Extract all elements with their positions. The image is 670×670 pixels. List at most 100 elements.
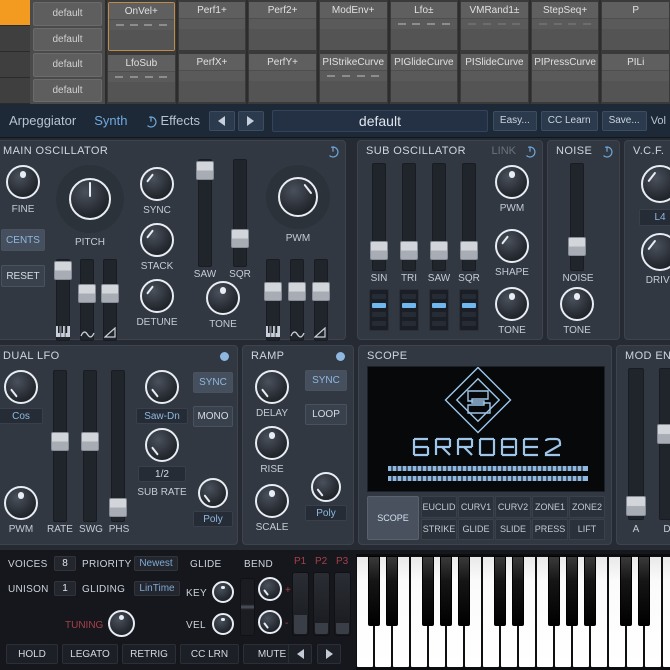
scope-tab-zone1[interactable]: ZONE1 [532,496,568,518]
mod-matrix-source[interactable]: VMRand1± [461,2,528,50]
mod-matrix-depth-dash[interactable] [159,76,168,78]
ramp-sync-button[interactable]: SYNC [305,370,347,391]
mod-matrix-depth-dash[interactable] [215,75,223,77]
octave-led[interactable] [372,312,386,317]
mod-matrix-source[interactable]: StepSeq+ [531,2,599,50]
detune-knob[interactable] [140,279,174,313]
preset-name-display[interactable]: default [271,109,488,132]
perf-prev-button[interactable] [288,644,312,664]
main-osc-mod-slider-4-handle[interactable] [264,282,282,301]
ramp-rise-knob[interactable] [255,426,289,460]
main-osc-mod-slider-5-handle[interactable] [288,282,306,301]
octave-led[interactable] [462,312,476,317]
piano-keyboard[interactable] [356,554,670,670]
mod-matrix-depth-dash[interactable] [201,23,209,25]
scope-tab-curv2[interactable]: CURV2 [495,496,531,518]
piano-black-key[interactable] [386,556,398,626]
sub-osc-tri-slider-handle[interactable] [400,241,418,260]
dual-lfo-led-icon[interactable] [220,352,229,361]
ramp-scale-knob[interactable] [255,484,289,518]
mod-matrix-depth-dash[interactable] [554,75,562,77]
piano-black-key[interactable] [440,556,452,626]
lfo-pwm-knob[interactable] [4,486,38,520]
octave-led[interactable] [402,303,416,308]
mod-matrix-depth-indicators[interactable] [249,19,316,29]
mod-matrix-source[interactable]: LfoSub [108,55,175,102]
mod-matrix-slot-area[interactable] [249,81,316,102]
mod-matrix-depth-dash[interactable] [583,75,591,77]
mod-matrix-slot-area[interactable] [602,29,669,50]
mod-matrix-depth-indicators[interactable] [602,71,669,81]
mod-matrix-depth-dash[interactable] [498,75,506,77]
mod-matrix-indicator-3[interactable] [0,52,30,78]
pitch-knob[interactable] [69,178,111,220]
piano-black-key[interactable] [638,556,650,626]
lfo-mono-button[interactable]: MONO [193,406,233,427]
mod-matrix-depth-dash[interactable] [412,23,421,25]
mod-matrix-source[interactable]: Lfo± [390,2,458,50]
scope-tab-curv1[interactable]: CURV1 [458,496,494,518]
lfo-waveform-knob[interactable] [4,370,38,404]
mod-matrix-slot-area[interactable] [531,81,599,102]
easy-button[interactable]: Easy... [492,110,537,131]
mod-matrix-depth-dash[interactable] [327,75,336,77]
mod-matrix-depth-dash[interactable] [610,23,618,25]
sub-pwm-knob[interactable] [495,165,529,199]
vcf-mode-chip[interactable]: L4 [639,209,670,226]
mod-matrix-depth-indicators[interactable] [461,19,528,29]
mod-matrix-slot-area[interactable] [319,81,387,102]
scope-display[interactable] [367,366,605,492]
tab-effects[interactable]: Effects [160,113,200,128]
mod-matrix-depth-dash[interactable] [654,75,662,77]
octave-led[interactable] [462,303,476,308]
tab-synth[interactable]: Synth [85,113,136,128]
lfo-rate-slider-handle[interactable] [51,432,69,451]
mod-matrix-slot-area[interactable] [319,29,387,50]
noise-power-icon[interactable] [601,145,613,163]
mod-matrix-depth-dash[interactable] [286,75,294,77]
mod-matrix-depth-dash[interactable] [357,23,365,25]
mod-matrix-depth-dash[interactable] [568,23,577,25]
main-osc-mod-slider-2-handle[interactable] [78,284,96,303]
mod-env-attack-handle[interactable] [626,496,646,516]
mod-matrix-source[interactable]: P [602,2,669,50]
mod-matrix-slot-area[interactable] [461,81,528,102]
mod-matrix-slot-area[interactable] [249,29,316,50]
volume-label[interactable]: Vol [651,115,670,127]
mod-matrix-depth-dash[interactable] [186,75,194,77]
mod-matrix-depth-indicators[interactable] [249,71,316,81]
lfo-sub-waveform-knob[interactable] [145,370,179,404]
fine-knob[interactable] [6,165,40,199]
mod-matrix-depth-dash[interactable] [129,76,138,78]
octave-led[interactable] [372,303,386,308]
lfo-sub-rate-value-chip[interactable]: 1/2 [138,466,186,482]
mod-matrix-slot-area[interactable] [178,29,246,50]
mod-matrix-source[interactable]: PIPressCurve [531,54,599,102]
lfo-waveform-chip[interactable]: Cos [0,408,43,424]
sub-osc-sin-slider-handle[interactable] [370,241,388,260]
hold-button[interactable]: HOLD [6,644,58,664]
scope-tab-press[interactable]: PRESS [532,518,568,540]
piano-black-key[interactable] [584,556,596,626]
mod-matrix-source[interactable]: Perf1+ [178,2,246,50]
perf-fader-p3[interactable] [334,572,351,636]
bend-up-knob[interactable] [258,577,282,601]
mod-matrix-slot[interactable]: default [33,27,102,51]
piano-black-key[interactable] [458,556,470,626]
main-osc-mod-slider-1-handle[interactable] [54,261,72,280]
lfo-poly-chip[interactable]: Poly [193,511,233,527]
tab-scope[interactable]: SCOPE [367,496,419,540]
scope-tab-glide[interactable]: GLIDE [458,518,494,540]
bend-down-knob[interactable] [258,610,282,634]
mod-matrix-source[interactable]: PerfY+ [249,54,316,102]
mod-matrix-depth-dash[interactable] [271,75,279,77]
vcf-drive-knob[interactable] [641,233,670,271]
mod-matrix-slot[interactable]: default [33,2,102,26]
perf-fader-p1[interactable] [292,572,309,636]
sub-osc-sqr-slider-handle[interactable] [460,241,478,260]
mod-matrix-depth-dash[interactable] [398,75,406,77]
mod-matrix-depth-dash[interactable] [130,24,139,26]
mod-matrix-depth-dash[interactable] [497,23,506,25]
mod-matrix-slot[interactable]: default [33,53,102,77]
mod-matrix-slot-area[interactable] [390,29,458,50]
